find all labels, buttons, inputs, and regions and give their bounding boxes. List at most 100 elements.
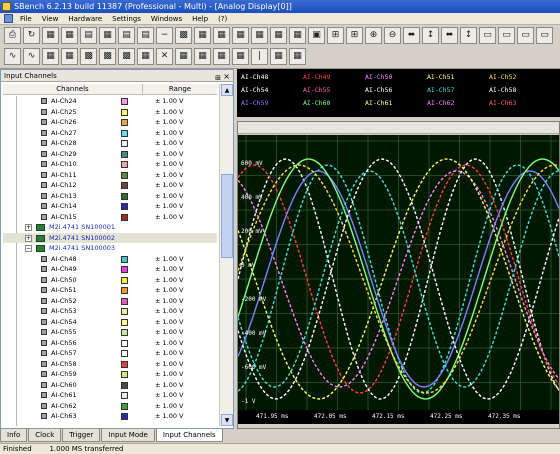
channel-color-swatch[interactable] [121, 339, 128, 347]
tbrow2-button-14[interactable]: ▦ [270, 48, 287, 65]
tbrow1-button-18[interactable]: ⊞ [346, 27, 363, 44]
tbrow1-button-8[interactable]: − [156, 27, 173, 44]
column-channels[interactable]: Channels [3, 84, 143, 94]
channel-row[interactable]: AI-Ch27 ± 1.00 V [3, 128, 217, 139]
channel-row[interactable]: AI-Ch61 ± 1.00 V [3, 390, 217, 401]
channel-color-swatch[interactable] [121, 371, 128, 378]
tbrow1-button-28[interactable]: ▭ [536, 27, 553, 44]
tbrow2-button-10[interactable]: ▦ [194, 48, 211, 65]
channel-row[interactable]: AI-Ch63 ± 1.00 V [3, 411, 217, 422]
channel-range[interactable]: ± 1.00 V [155, 191, 184, 202]
tbrow2-button-6[interactable]: ▩ [118, 48, 135, 65]
expand-toggle-icon[interactable]: − [25, 245, 32, 252]
tbrow2-button-9[interactable]: ▦ [175, 48, 192, 65]
menu-windows[interactable]: Windows [146, 13, 187, 24]
channel-icon[interactable] [41, 392, 47, 398]
channel-row[interactable]: AI-Ch15 ± 1.00 V [3, 212, 217, 223]
tbrow2-button-4[interactable]: ▩ [80, 48, 97, 65]
channel-color-swatch[interactable] [121, 108, 128, 116]
channel-range[interactable]: ± 1.00 V [155, 359, 184, 370]
channel-icon[interactable] [41, 119, 47, 125]
channel-color-swatch[interactable] [121, 392, 128, 399]
tbrow2-button-5[interactable]: ▩ [99, 48, 116, 65]
tbrow1-button-23[interactable]: ⬌ [441, 27, 458, 44]
channel-icon[interactable] [41, 140, 47, 146]
channel-icon[interactable] [41, 371, 47, 377]
channel-color-swatch[interactable] [121, 287, 128, 294]
channel-color-swatch[interactable] [121, 98, 128, 105]
channel-icon[interactable] [41, 150, 47, 157]
tbrow1-button-25[interactable]: ▭ [479, 27, 496, 44]
channel-color-swatch[interactable] [121, 413, 128, 420]
channel-range[interactable]: ± 1.00 V [155, 254, 184, 265]
tbrow1-button-3[interactable]: ▦ [61, 27, 78, 44]
channel-color-swatch[interactable] [121, 297, 128, 305]
channel-row[interactable]: AI-Ch54 ± 1.00 V [3, 317, 217, 328]
channel-row[interactable]: AI-Ch28 ± 1.00 V [3, 138, 217, 149]
tab-clock[interactable]: Clock [28, 429, 62, 442]
channel-row[interactable]: AI-Ch10 ± 1.00 V [3, 159, 217, 170]
tbrow1-button-2[interactable]: ▦ [42, 27, 59, 44]
tbrow1-button-20[interactable]: ⊖ [384, 27, 401, 44]
channel-range[interactable]: ± 1.00 V [155, 96, 184, 107]
channel-row[interactable]: AI-Ch11 ± 1.00 V [3, 170, 217, 181]
tab-input-channels[interactable]: Input Channels [155, 429, 223, 442]
channel-icon[interactable] [41, 339, 47, 346]
channel-icon[interactable] [41, 255, 47, 262]
channel-row[interactable]: AI-Ch25 ± 1.00 V [3, 107, 217, 118]
expand-toggle-icon[interactable]: + [25, 234, 32, 242]
channel-color-swatch[interactable] [121, 255, 128, 263]
channel-icon[interactable] [41, 108, 47, 115]
channel-icon[interactable] [41, 318, 47, 325]
tbrow1-button-26[interactable]: ▭ [498, 27, 515, 44]
channel-range[interactable]: ± 1.00 V [155, 285, 184, 296]
channel-range[interactable]: ± 1.00 V [155, 369, 184, 380]
channel-row[interactable]: AI-Ch62 ± 1.00 V [3, 401, 217, 412]
channel-range[interactable]: ± 1.00 V [155, 107, 184, 118]
tbrow2-button-12[interactable]: ▦ [232, 48, 249, 65]
channel-icon[interactable] [41, 266, 47, 272]
channel-icon[interactable] [41, 129, 47, 136]
channel-color-swatch[interactable] [121, 171, 128, 179]
channel-row[interactable]: AI-Ch60 ± 1.00 V [3, 380, 217, 391]
tbrow2-button-1[interactable]: ∿ [23, 48, 40, 65]
tbrow2-button-13[interactable]: | [251, 48, 268, 65]
channel-icon[interactable] [41, 402, 47, 409]
tree-group-row[interactable]: − M2i.4741 SN100003 [3, 243, 217, 254]
tbrow1-button-1[interactable]: ↻ [23, 27, 40, 44]
channel-color-swatch[interactable] [121, 119, 128, 126]
channel-range[interactable]: ± 1.00 V [155, 180, 184, 191]
channel-row[interactable]: AI-Ch29 ± 1.00 V [3, 149, 217, 160]
tbrow2-button-11[interactable]: ▦ [213, 48, 230, 65]
channel-row[interactable]: AI-Ch57 ± 1.00 V [3, 348, 217, 359]
channel-range[interactable]: ± 1.00 V [155, 264, 184, 275]
channel-row[interactable]: AI-Ch14 ± 1.00 V [3, 201, 217, 212]
channel-icon[interactable] [41, 192, 47, 199]
channel-range[interactable]: ± 1.00 V [155, 117, 184, 128]
channel-color-swatch[interactable] [121, 308, 128, 315]
channel-color-swatch[interactable] [121, 276, 128, 284]
channel-color-swatch[interactable] [121, 266, 128, 273]
channel-icon[interactable] [41, 213, 47, 220]
menu-file[interactable]: File [15, 13, 37, 24]
channel-row[interactable]: AI-Ch48 ± 1.00 V [3, 254, 217, 265]
channel-row[interactable]: AI-Ch52 ± 1.00 V [3, 296, 217, 307]
tbrow1-button-13[interactable]: ▦ [251, 27, 268, 44]
tab-info[interactable]: Info [0, 429, 28, 442]
channel-range[interactable]: ± 1.00 V [155, 159, 184, 170]
channel-row[interactable]: AI-Ch13 ± 1.00 V [3, 191, 217, 202]
channel-row[interactable]: AI-Ch49 ± 1.00 V [3, 264, 217, 275]
channel-range[interactable]: ± 1.00 V [155, 212, 184, 223]
tbrow1-button-16[interactable]: ▣ [308, 27, 325, 44]
channel-color-swatch[interactable] [121, 329, 128, 336]
menu-hardware[interactable]: Hardware [63, 13, 107, 24]
channel-range[interactable]: ± 1.00 V [155, 338, 184, 349]
channel-range[interactable]: ± 1.00 V [155, 401, 184, 412]
tbrow1-button-6[interactable]: ▤ [118, 27, 135, 44]
pin-icon[interactable]: ⊞ [215, 72, 221, 84]
scope-plot-area[interactable]: 600 mV 400 mV 200 mV 0 mV -200 mV -400 mV -600… [237, 135, 560, 423]
channel-icon[interactable] [41, 203, 47, 209]
channel-color-swatch[interactable] [121, 350, 128, 357]
channel-icon[interactable] [41, 297, 47, 304]
tbrow2-button-15[interactable]: ▦ [289, 48, 306, 65]
